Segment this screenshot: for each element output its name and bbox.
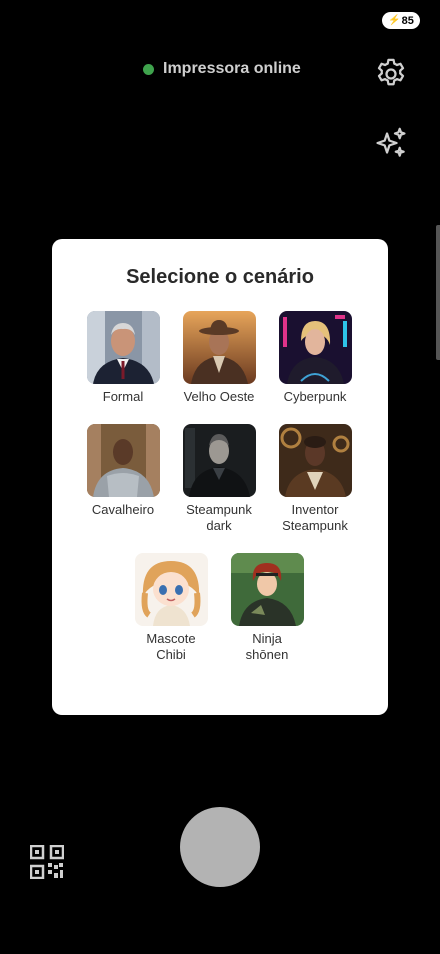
- scenario-thumbnail: [182, 311, 256, 384]
- scenario-cavalheiro[interactable]: Cavalheiro: [75, 424, 171, 518]
- battery-indicator: ⚡ 85: [382, 12, 420, 29]
- scenario-cyberpunk[interactable]: Cyberpunk: [267, 311, 363, 405]
- scenario-thumbnail: [182, 424, 256, 497]
- scenario-label: Steampunk dark: [186, 502, 252, 533]
- scenario-thumbnail: [134, 553, 208, 626]
- gear-icon: [377, 58, 405, 86]
- scenario-label: Formal: [102, 389, 144, 404]
- scenario-thumbnail: [86, 424, 160, 497]
- scenario-label: Mascote Chibi: [146, 631, 196, 662]
- scenario-inventor-steampunk[interactable]: Inventor Steampunk: [267, 424, 363, 534]
- qr-code-icon: [29, 844, 65, 880]
- settings-button[interactable]: [371, 54, 411, 94]
- scenario-steampunk-dark[interactable]: Steampunk dark: [171, 424, 267, 534]
- battery-level: 85: [401, 14, 414, 27]
- scenario-thumbnail: [278, 424, 352, 497]
- effects-button[interactable]: [371, 123, 411, 163]
- scenario-label: Velho Oeste: [183, 389, 255, 404]
- shutter-button[interactable]: [180, 807, 260, 887]
- qr-code-button[interactable]: [29, 844, 65, 880]
- printer-status-text: Impressora online: [163, 60, 301, 77]
- side-drawer-handle[interactable]: [436, 225, 440, 360]
- scenario-dialog: Selecione o cenário Formal Velho Oeste C…: [52, 239, 388, 715]
- scenario-thumbnail: [230, 553, 304, 626]
- scenario-label: Cavalheiro: [91, 502, 155, 517]
- scenario-thumbnail: [86, 311, 160, 384]
- scenario-label: Ninja shōnen: [245, 631, 289, 662]
- printer-status: Impressora online: [143, 60, 301, 78]
- status-dot: [143, 63, 154, 75]
- scenario-velho-oeste[interactable]: Velho Oeste: [171, 311, 267, 405]
- scenario-label: Inventor Steampunk: [282, 502, 348, 533]
- scenario-label: Cyberpunk: [283, 389, 347, 404]
- dialog-title: Selecione o cenário: [126, 266, 314, 288]
- scenario-thumbnail: [278, 311, 352, 384]
- scenario-mascote-chibi[interactable]: Mascote Chibi: [123, 553, 219, 663]
- scenario-formal[interactable]: Formal: [75, 311, 171, 405]
- sparkle-icon: [376, 127, 406, 157]
- scenario-ninja-shonen[interactable]: Ninja shōnen: [219, 553, 315, 663]
- bolt-icon: ⚡: [388, 15, 401, 26]
